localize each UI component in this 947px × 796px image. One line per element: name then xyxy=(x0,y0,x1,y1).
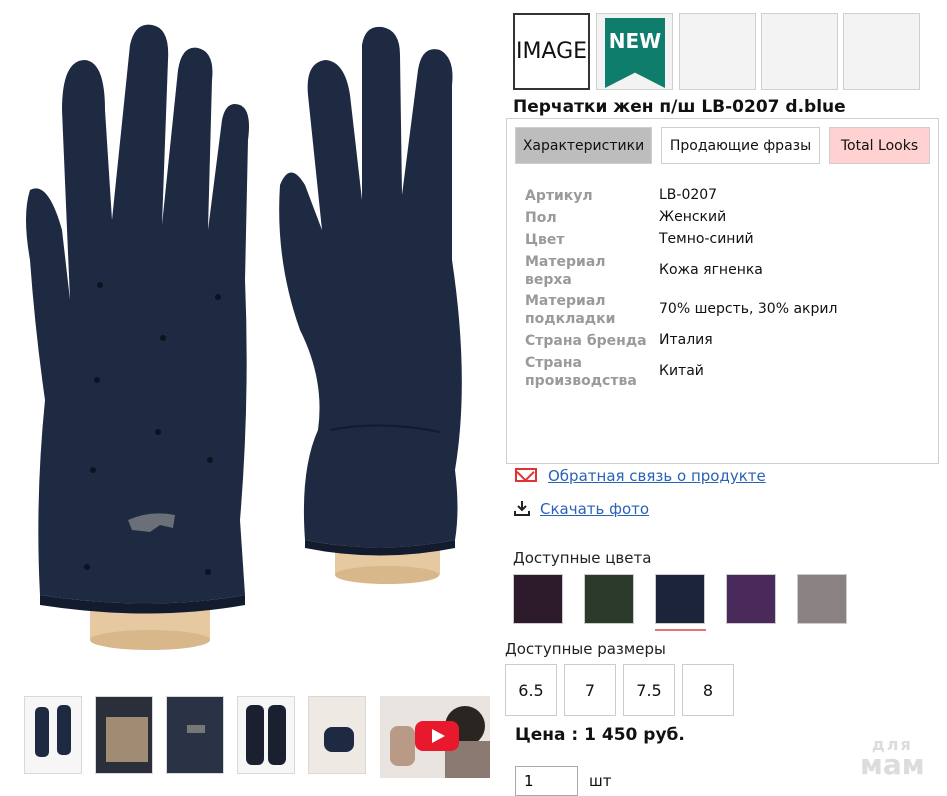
image-badge: IMAGE xyxy=(513,13,590,90)
spec-value: LB-0207 xyxy=(659,187,718,203)
available-colors-label: Доступные цвета xyxy=(513,549,652,567)
spec-value: Китай xyxy=(659,363,704,379)
spec-value: Темно-синий xyxy=(659,231,754,247)
spec-value: Кожа ягненка xyxy=(659,262,763,278)
spec-value: 70% шерсть, 30% акрил xyxy=(659,301,838,317)
thumbnail-4[interactable] xyxy=(237,696,295,774)
thumbnail-1[interactable] xyxy=(24,696,82,774)
product-title: Перчатки жен п/ш LB-0207 d.blue xyxy=(513,97,846,117)
download-photo-link[interactable]: Скачать фото xyxy=(540,500,649,518)
size-option[interactable]: 7 xyxy=(564,664,616,716)
spec-label: Пол xyxy=(525,210,557,226)
spec-label: Материал верха xyxy=(525,254,606,288)
size-option[interactable]: 6.5 xyxy=(505,664,557,716)
thumbnail-5[interactable] xyxy=(308,696,366,774)
play-icon[interactable] xyxy=(415,721,459,751)
tab-characteristics[interactable]: Характеристики xyxy=(515,127,652,164)
feedback-link[interactable]: Обратная связь о продукте xyxy=(548,467,766,485)
watermark: для мам xyxy=(860,735,925,781)
spec-label: Цвет xyxy=(525,232,565,248)
tab-total-looks[interactable]: Total Looks xyxy=(829,127,930,164)
size-option[interactable]: 8 xyxy=(682,664,734,716)
thumbnail-pair-image xyxy=(246,705,286,765)
color-swatch-burgundy[interactable] xyxy=(513,574,563,624)
main-product-image[interactable] xyxy=(0,0,500,690)
new-badge-label: NEW xyxy=(608,29,662,53)
color-swatch-dark-blue[interactable] xyxy=(655,574,705,624)
thumbnail-gloves-image xyxy=(35,705,71,757)
quantity-input[interactable] xyxy=(515,766,578,796)
video-thumbnail[interactable] xyxy=(380,696,490,778)
color-swatch-grey[interactable] xyxy=(797,574,847,624)
quantity-unit: шт xyxy=(589,772,612,790)
size-option[interactable]: 7.5 xyxy=(623,664,675,716)
image-badge-label: IMAGE xyxy=(515,39,588,64)
new-badge: NEW xyxy=(596,13,673,90)
spec-label: Материал подкладки xyxy=(525,293,616,327)
thumbnail-cuff-image xyxy=(96,697,152,773)
price: Цена : 1 450 руб. xyxy=(515,725,685,745)
selected-color-indicator xyxy=(655,629,706,631)
empty-badge-slot xyxy=(679,13,756,90)
thumbnail-model-image xyxy=(309,697,365,773)
thumbnail-2[interactable] xyxy=(95,696,153,774)
empty-badge-slot xyxy=(843,13,920,90)
thumbnail-detail-image xyxy=(167,697,223,773)
spec-label: Страна производства xyxy=(525,355,637,389)
spec-value: Женский xyxy=(659,209,727,225)
color-swatch-purple[interactable] xyxy=(726,574,776,624)
characteristics-panel xyxy=(506,118,939,464)
mail-icon xyxy=(515,468,537,482)
tab-selling-phrases[interactable]: Продающие фразы xyxy=(661,127,820,164)
spec-value: Италия xyxy=(659,332,713,348)
spec-label: Артикул xyxy=(525,188,593,204)
watermark-big: мам xyxy=(860,748,925,781)
empty-badge-slot xyxy=(761,13,838,90)
gloves-illustration xyxy=(26,24,462,650)
thumbnail-3[interactable] xyxy=(166,696,224,774)
spec-label: Страна бренда xyxy=(525,333,647,349)
color-swatch-green[interactable] xyxy=(584,574,634,624)
available-sizes-label: Доступные размеры xyxy=(505,640,666,658)
download-icon xyxy=(514,501,530,516)
